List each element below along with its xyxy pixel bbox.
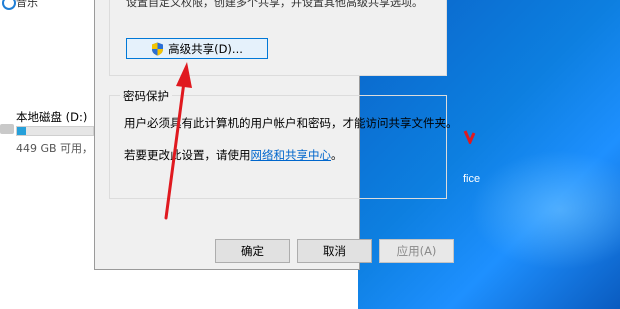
advanced-sharing-button[interactable]: 高级共享(D)... [126, 38, 268, 59]
file-explorer-window: 音乐 本地磁盘 (D:) 449 GB 可用， [0, 0, 94, 309]
advanced-sharing-description: 设置自定义权限，创建多个共享，并设置其他高级共享选项。 [126, 0, 423, 9]
advanced-sharing-button-label: 高级共享(D)... [168, 41, 243, 56]
uac-shield-icon [152, 42, 164, 55]
password-protection-group: 密码保护 用户必须具有此计算机的用户帐户和密码，才能访问共享文件夹。 若要更改此… [109, 88, 458, 199]
advanced-sharing-group: 设置自定义权限，创建多个共享，并设置其他高级共享选项。 高级共享(D)... [109, 0, 447, 76]
drive-usage-fill [17, 127, 27, 135]
desktop-glow [470, 150, 620, 270]
desktop-icon-label[interactable]: fice [463, 173, 480, 185]
password-protection-title: 密码保护 [120, 88, 172, 104]
cancel-button[interactable]: 取消 [297, 239, 372, 263]
music-folder-icon[interactable] [2, 0, 16, 10]
drive-icon[interactable] [0, 124, 14, 134]
password-protection-hint: 若要更改此设置，请使用网络和共享中心。 [124, 147, 343, 163]
apply-button[interactable]: 应用(A) [379, 239, 454, 263]
music-folder-label[interactable]: 音乐 [16, 0, 38, 10]
sharing-properties-dialog: 设置自定义权限，创建多个共享，并设置其他高级共享选项。 高级共享(D)... 密… [94, 0, 458, 270]
desktop-shortcut-icon[interactable] [462, 130, 476, 144]
hint-prefix: 若要更改此设置，请使用 [124, 148, 251, 162]
hint-suffix: 。 [331, 148, 343, 162]
network-sharing-center-link[interactable]: 网络和共享中心 [251, 148, 332, 162]
drive-usage-bar [16, 126, 94, 136]
drive-free-space: 449 GB 可用， [16, 142, 94, 155]
ok-button[interactable]: 确定 [215, 239, 290, 263]
drive-name[interactable]: 本地磁盘 (D:) [16, 109, 87, 125]
password-protection-description: 用户必须具有此计算机的用户帐户和密码，才能访问共享文件夹。 [124, 116, 458, 130]
